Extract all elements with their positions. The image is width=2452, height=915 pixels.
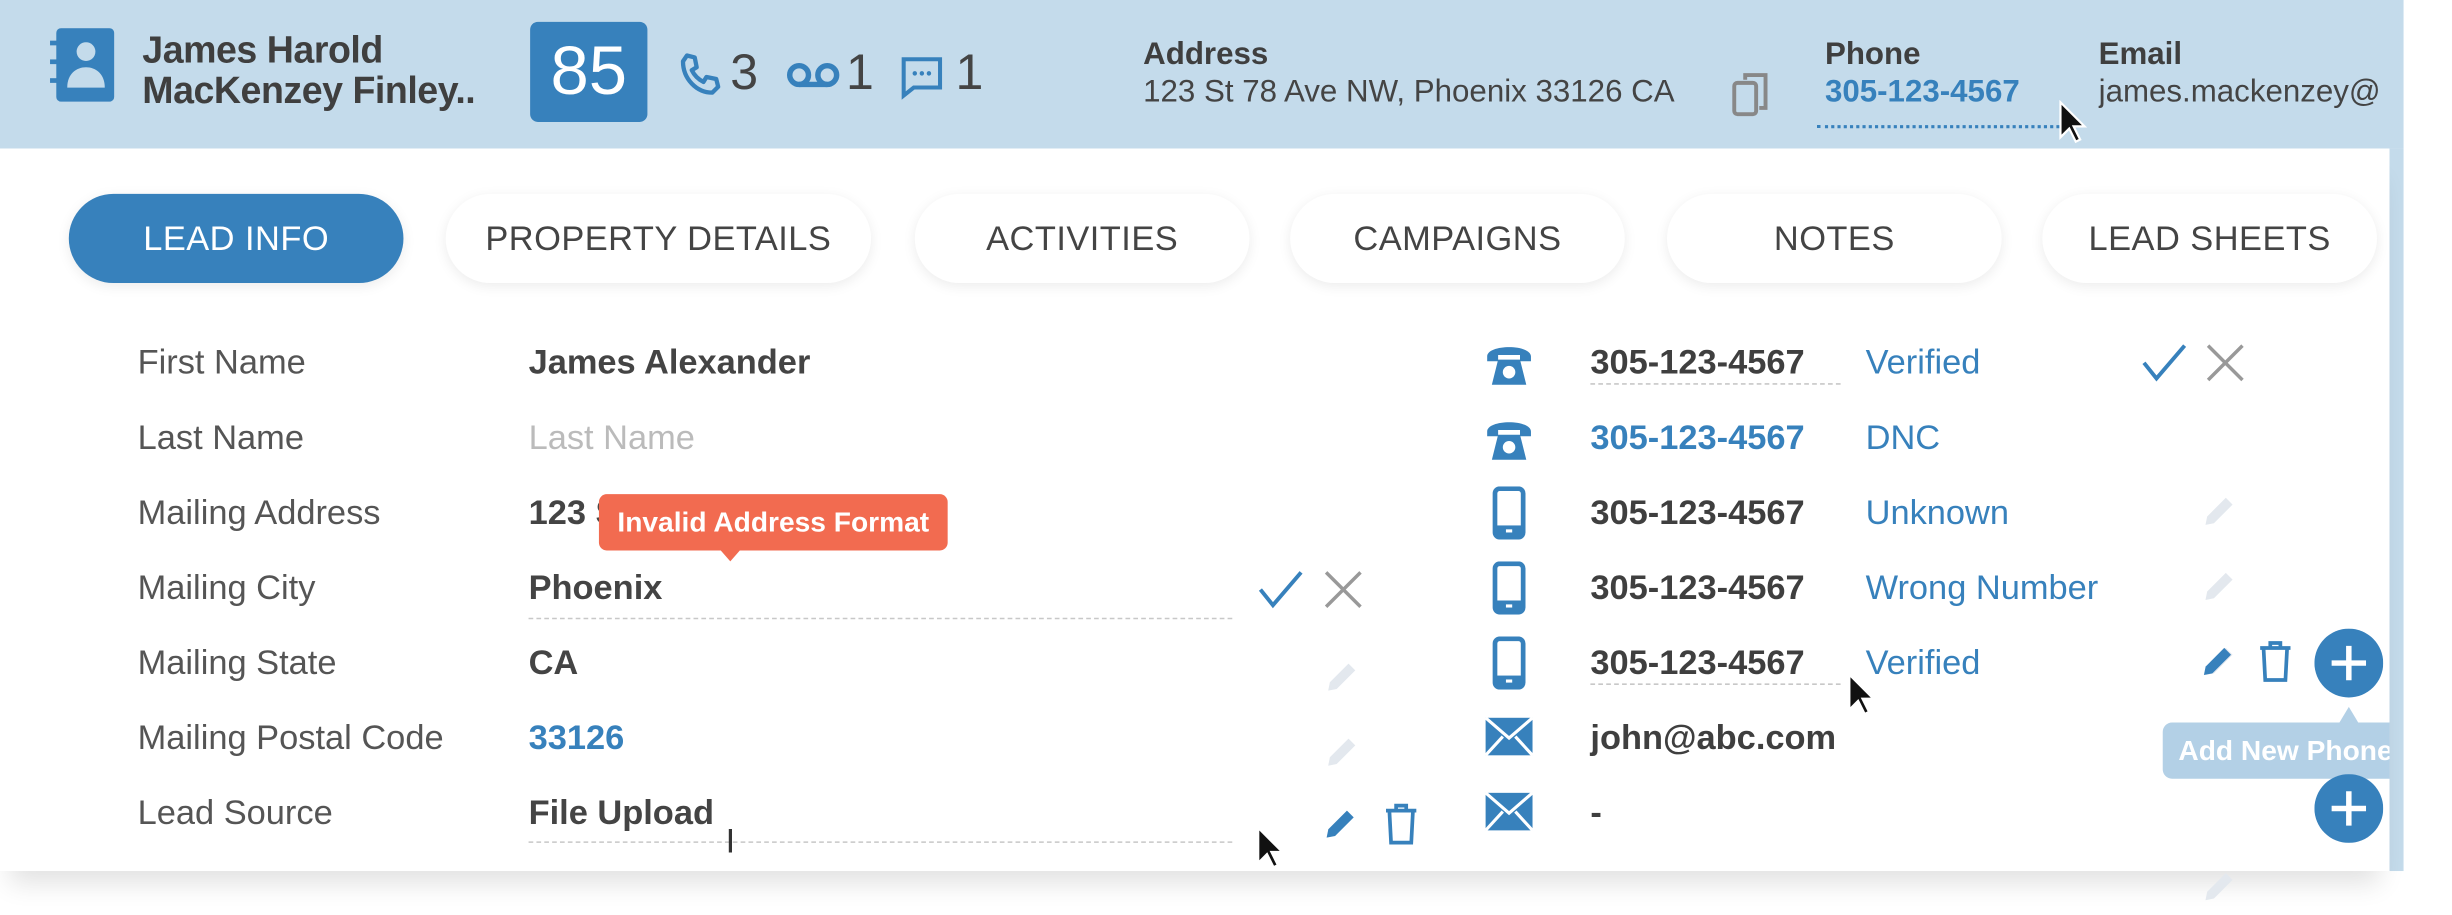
mailing-city-input[interactable]: Phoenix [529,568,663,609]
delete-trash-icon[interactable] [1381,802,1422,854]
lead-source-input[interactable]: File Upload [529,793,714,834]
edit-pencil-icon[interactable] [2199,566,2240,614]
contact-value[interactable]: 305-123-4567 [1590,418,1804,459]
edit-pencil-icon[interactable] [1321,657,1362,705]
tab-lead-info[interactable]: LEAD INFO [68,193,404,284]
contact-underline [1590,683,1841,685]
confirm-check-icon[interactable] [1257,569,1304,610]
contact-value[interactable]: 305-123-4567 [1590,568,1804,609]
contact-value[interactable]: 305-123-4567 [1590,643,1804,684]
address-label: Address [1143,37,1269,72]
contact-value[interactable]: 305-123-4567 [1590,493,1804,534]
edit-pencil-icon[interactable] [1321,732,1362,780]
mobile-icon [1492,636,1526,697]
tab-activities[interactable]: ACTIVITIES [914,193,1250,284]
mouse-cursor-icon [2059,100,2088,144]
contact-book-icon [50,28,115,102]
tab-lead-sheets[interactable]: LEAD SHEETS [2042,193,2377,284]
contact-status[interactable]: Verified [1866,342,1981,383]
email-icon [1484,791,1534,839]
contact-status[interactable]: Verified [1866,643,1981,684]
edit-pencil-icon[interactable] [2199,866,2240,914]
contact-status[interactable]: DNC [1866,418,1941,459]
landline-icon [1484,416,1534,471]
postal-code-label: Mailing Postal Code [137,717,444,757]
edit-pencil-icon[interactable] [1320,804,1361,852]
last-name-input[interactable]: Last Name [529,418,695,459]
mailing-city-label: Mailing City [137,567,316,607]
phone-icon[interactable] [677,52,724,99]
contact-underline [1590,383,1841,385]
mouse-cursor-icon [1257,825,1285,869]
email-label: Email [2098,37,2183,72]
email-icon [1484,716,1534,764]
lead-score-badge: 85 [530,21,648,122]
tooltip-arrow [2339,706,2359,723]
tab-campaigns[interactable]: CAMPAIGNS [1290,193,1625,284]
call-count: 3 [730,43,759,101]
first-name-value[interactable]: James Alexander [529,342,811,383]
lead-source-label: Lead Source [137,792,333,832]
message-icon[interactable] [898,53,946,101]
phone-underline [1817,125,2060,129]
edit-pencil-icon[interactable] [2199,491,2240,539]
confirm-check-icon[interactable] [2141,342,2188,390]
contact-status[interactable]: Wrong Number [1866,568,2099,609]
add-phone-button[interactable] [2314,628,2384,706]
landline-icon [1484,341,1534,396]
contact-value[interactable]: john@abc.com [1590,718,1836,759]
lead-name-line1: James Harold [142,29,383,72]
mobile-icon [1492,486,1526,547]
tab-property-details[interactable]: PROPERTY DETAILS [445,193,872,284]
city-input-underline [528,617,1233,620]
add-phone-tooltip: Add New Phone N [2162,722,2390,779]
text-cursor-icon: I [725,820,736,861]
cancel-x-icon[interactable] [2205,342,2246,390]
contact-value[interactable]: 305-123-4567 [1590,342,1804,383]
message-count: 1 [955,43,984,101]
mailing-state-label: Mailing State [137,642,337,682]
mailing-address-label: Mailing Address [137,492,381,532]
phone-label: Phone [1824,37,1921,72]
contact-status[interactable]: Unknown [1866,493,2009,534]
tab-notes[interactable]: NOTES [1667,193,2002,284]
cancel-x-icon[interactable] [1323,569,1364,610]
invalid-address-tooltip: Invalid Address Format [598,494,948,551]
contact-value[interactable]: - [1590,793,1601,834]
voicemail-icon[interactable] [786,59,840,90]
first-name-label: First Name [137,342,306,382]
edit-pencil-icon[interactable] [2197,641,2238,689]
mobile-icon [1492,561,1526,622]
panel-border [2389,148,2404,872]
tooltip-arrow [719,548,742,562]
mailing-state-value[interactable]: CA [529,643,579,684]
lead-name-line2: MacKenzey Finley.. [142,70,476,113]
lead-source-underline [528,841,1233,843]
voicemail-count: 1 [846,43,874,101]
email-value[interactable]: james.mackenzey@ [2099,75,2402,111]
postal-code-value[interactable]: 33126 [529,718,625,759]
copy-icon[interactable] [1731,70,1772,117]
phone-link[interactable]: 305-123-4567 [1825,75,2020,111]
address-value: 123 St 78 Ave NW, Phoenix 33126 CA [1143,75,1675,110]
delete-trash-icon[interactable] [2255,640,2296,692]
lead-header: James Harold MacKenzey Finley.. 85 3 1 1… [0,0,2404,149]
add-email-button[interactable] [2314,774,2384,851]
last-name-label: Last Name [137,417,304,457]
